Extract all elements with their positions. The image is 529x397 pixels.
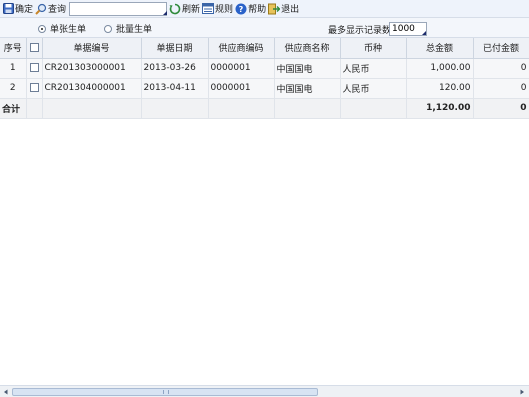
row-supplier-name: 中国国电: [274, 58, 341, 79]
dropdown-corner-icon: [422, 31, 426, 35]
header-total-amount[interactable]: 总金额: [406, 38, 474, 59]
header-currency[interactable]: 币种: [340, 38, 407, 59]
max-records-text: 最多显示记录数: [328, 26, 392, 36]
save-icon: [2, 3, 14, 15]
row-doc-no: CR201304000001: [42, 78, 142, 99]
select-all-checkbox[interactable]: [29, 42, 39, 52]
confirm-label: 确定: [15, 5, 34, 15]
rules-button[interactable]: 规则: [202, 1, 233, 17]
query-label: 查询: [48, 5, 67, 15]
header-supplier-code[interactable]: 供应商编码: [208, 38, 275, 59]
paid-amount-sum: 0: [473, 98, 529, 119]
scrollbar-grip-icon: [163, 390, 169, 394]
header-doc-date[interactable]: 单据日期: [141, 38, 209, 59]
row-total-amount: 120.00: [406, 78, 474, 99]
single-order-label: 单张生单: [50, 25, 87, 35]
document-grid: 序号 单据编号 单据日期 供应商编码 供应商名称 币种 总金额 已付金额 1 C…: [0, 38, 529, 119]
total-label: 合计: [0, 98, 27, 119]
help-button[interactable]: ? 帮助: [235, 1, 266, 17]
total-empty-cell: [141, 98, 209, 119]
row-doc-date: 2013-03-26: [141, 58, 209, 79]
options-row: 单张生单 批量生单 最多显示记录数*: [0, 18, 529, 38]
exit-button[interactable]: 退出: [268, 1, 299, 17]
table-row[interactable]: 1 CR201303000001 2013-03-26 0000001 中国国电…: [0, 58, 529, 79]
table-row[interactable]: 2 CR201304000001 2013-04-11 0000001 中国国电…: [0, 78, 529, 99]
total-empty-cell: [274, 98, 341, 119]
row-currency: 人民币: [340, 58, 407, 79]
max-records-label: 最多显示记录数*: [328, 23, 396, 36]
row-supplier-code: 0000001: [208, 58, 275, 79]
header-supplier-name[interactable]: 供应商名称: [274, 38, 341, 59]
scrollbar-thumb[interactable]: [12, 388, 318, 396]
single-order-radio[interactable]: 单张生单: [38, 22, 86, 35]
query-button[interactable]: 查询: [35, 1, 66, 17]
total-amount-sum: 1,120.00: [406, 98, 474, 119]
total-empty-cell: [42, 98, 142, 119]
row-select[interactable]: [26, 58, 43, 79]
scroll-left-icon[interactable]: [1, 387, 11, 397]
radio-selected-icon: [38, 24, 46, 33]
rules-icon: [202, 3, 215, 15]
row-seq: 1: [0, 58, 27, 79]
search-icon: [35, 3, 47, 15]
refresh-button[interactable]: 刷新: [169, 1, 200, 17]
refresh-label: 刷新: [182, 5, 201, 15]
row-supplier-code: 0000001: [208, 78, 275, 99]
row-currency: 人民币: [340, 78, 407, 99]
search-field-wrap: [68, 1, 169, 16]
search-input[interactable]: [69, 1, 168, 16]
header-select-all[interactable]: [26, 38, 43, 59]
total-empty-cell: [26, 98, 43, 119]
batch-order-radio[interactable]: 批量生单: [104, 22, 152, 35]
radio-unselected-icon: [104, 24, 112, 33]
row-checkbox[interactable]: [29, 63, 39, 72]
svg-text:?: ?: [239, 5, 244, 14]
row-doc-date: 2013-04-11: [141, 78, 209, 99]
horizontal-scrollbar[interactable]: [0, 385, 529, 397]
row-select[interactable]: [26, 78, 43, 99]
batch-order-label: 批量生单: [116, 25, 153, 35]
total-empty-cell: [208, 98, 275, 119]
help-icon: ?: [235, 3, 247, 15]
exit-icon: [268, 3, 281, 15]
toolbar: 确定 查询 刷新 规则 ? 帮助 退出: [0, 0, 529, 18]
exit-label: 退出: [281, 5, 300, 15]
total-row: 合计 1,120.00 0: [0, 98, 529, 119]
confirm-button[interactable]: 确定: [2, 1, 33, 17]
grid-header-row: 序号 单据编号 单据日期 供应商编码 供应商名称 币种 总金额 已付金额: [0, 38, 529, 59]
dropdown-corner-icon: [163, 10, 168, 15]
total-empty-cell: [340, 98, 407, 119]
row-paid-amount: 0: [473, 58, 529, 79]
header-doc-no[interactable]: 单据编号: [42, 38, 142, 59]
row-supplier-name: 中国国电: [274, 78, 341, 99]
rules-label: 规则: [215, 5, 234, 15]
row-doc-no: CR201303000001: [42, 58, 142, 79]
row-paid-amount: 0: [473, 78, 529, 99]
scroll-right-icon[interactable]: [517, 387, 527, 397]
refresh-icon: [169, 3, 181, 15]
row-seq: 2: [0, 78, 27, 99]
header-paid-amount[interactable]: 已付金额: [473, 38, 529, 59]
header-seq[interactable]: 序号: [0, 38, 27, 59]
row-total-amount: 1,000.00: [406, 58, 474, 79]
row-checkbox[interactable]: [29, 83, 39, 92]
help-label: 帮助: [248, 5, 267, 15]
